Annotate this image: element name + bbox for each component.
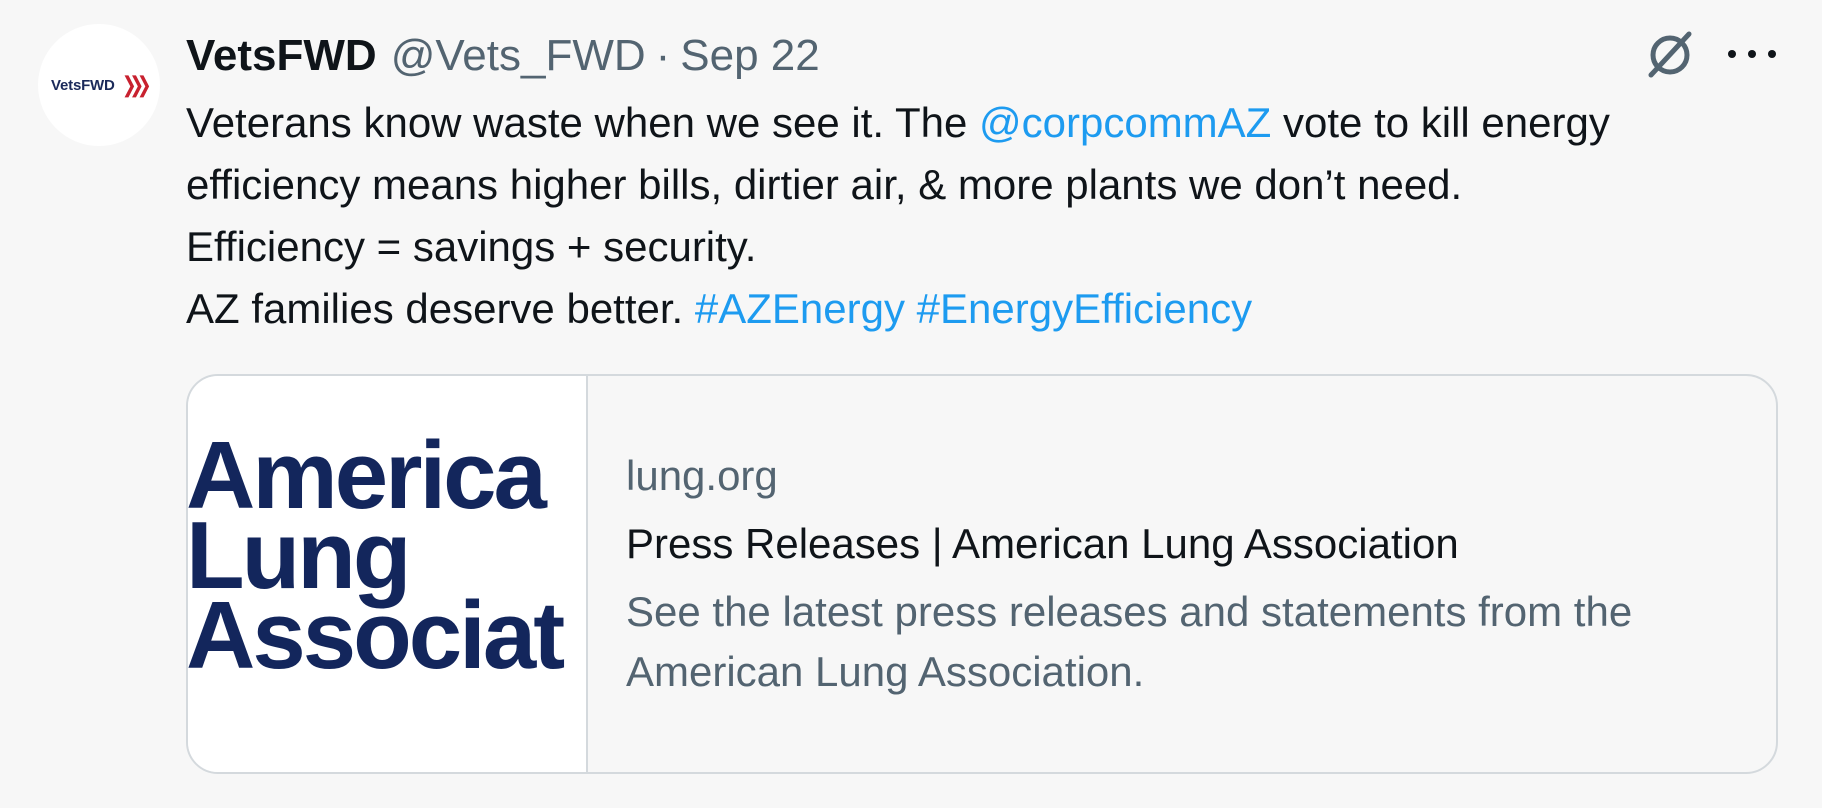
american-lung-association-logo: America Lung Associat [188, 428, 565, 689]
user-handle[interactable]: @Vets_FWD [391, 31, 646, 81]
card-thumbnail: America Lung Associat [188, 376, 588, 772]
tweet-line-4: AZ families deserve better. #AZEnergy #E… [186, 278, 1796, 340]
display-name[interactable]: VetsFWD [186, 31, 377, 81]
card-body: lung.org Press Releases | American Lung … [626, 446, 1746, 702]
tweet-line-2: efficiency means higher bills, dirtier a… [186, 161, 1463, 208]
tweet-line-3: Efficiency = savings + security. [186, 223, 757, 270]
tweet-text-segment: vote to kill energy [1271, 99, 1610, 146]
mention-link[interactable]: @corpcommAZ [979, 99, 1271, 146]
card-domain: lung.org [626, 452, 778, 499]
more-icon[interactable] [1728, 36, 1776, 72]
avatar[interactable]: VetsFWD ❯❯❯ [38, 24, 160, 146]
tweet[interactable]: VetsFWD ❯❯❯ VetsFWD @Vets_FWD · Sep 22 V… [0, 0, 1822, 808]
avatar-logo-text: VetsFWD [51, 76, 115, 94]
tweet-text: Veterans know waste when we see it. The … [186, 92, 1796, 340]
link-preview-card[interactable]: America Lung Associat lung.org Press Rel… [186, 374, 1778, 774]
tweet-header: VetsFWD @Vets_FWD · Sep 22 [186, 28, 820, 84]
card-title: Press Releases | American Lung Associati… [626, 520, 1459, 567]
chevrons-icon: ❯❯❯ [121, 72, 151, 97]
grok-icon[interactable] [1642, 26, 1698, 82]
tweet-text-segment: Veterans know waste when we see it. The [186, 99, 979, 146]
separator-dot: · [655, 31, 671, 80]
hashtag-link[interactable]: #EnergyEfficiency [917, 285, 1252, 332]
more-dot [1748, 50, 1756, 58]
hashtag-link[interactable]: #AZEnergy [695, 285, 905, 332]
vetsfwd-logo: VetsFWD ❯❯❯ [51, 72, 151, 97]
tweet-line-1: Veterans know waste when we see it. The … [186, 92, 1796, 154]
tweet-date[interactable]: Sep 22 [680, 31, 819, 81]
logo-line: Associat [188, 582, 565, 689]
grok-icon-graphic [1648, 31, 1692, 78]
more-dot [1768, 50, 1776, 58]
more-dot [1728, 50, 1736, 58]
tweet-text-segment: AZ families deserve better. [186, 285, 695, 332]
card-description: See the latest press releases and statem… [626, 588, 1633, 695]
